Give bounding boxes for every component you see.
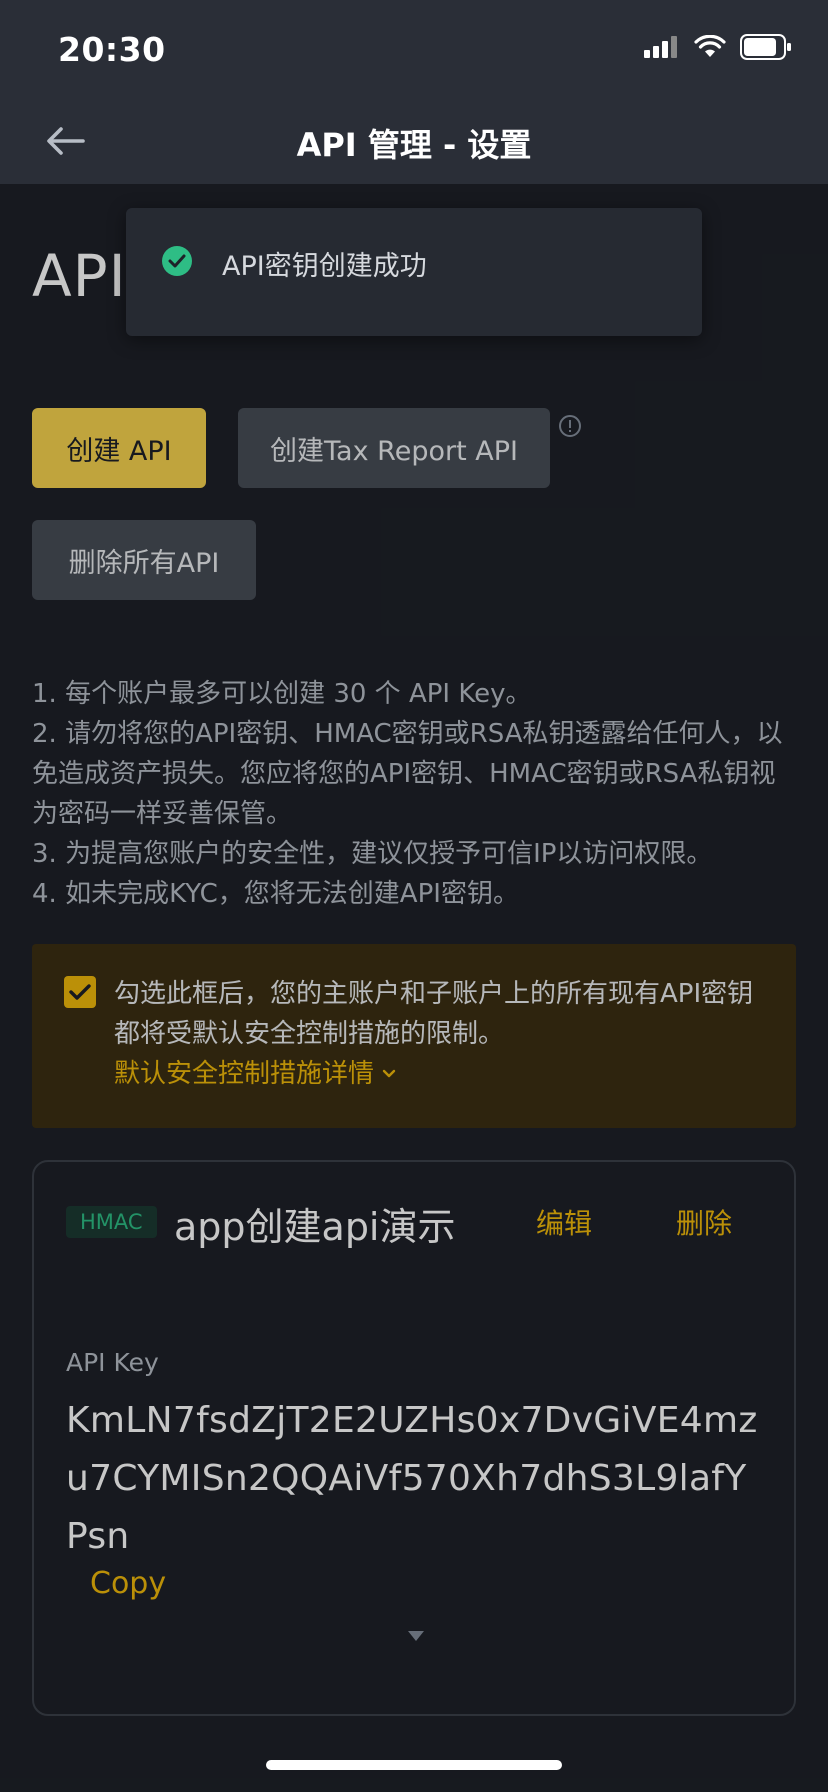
create-tax-report-api-button[interactable]: 创建Tax Report API	[238, 408, 550, 488]
note-item: 4. 如未完成KYC，您将无法创建API密钥。	[32, 879, 519, 909]
nav-bar: API 管理 - 设置	[0, 100, 828, 184]
status-time: 20:30	[58, 30, 166, 69]
note-item: 2. 请勿将您的API密钥、HMAC密钥或RSA私钥透露给任何人，以免造成资产损…	[32, 719, 783, 829]
toast-message: API密钥创建成功	[222, 251, 427, 282]
main-content: API 创建 API 创建Tax Report API 删除所有API 1. 每…	[0, 184, 828, 1792]
chevron-down-icon	[382, 1069, 396, 1078]
api-key-value: KmLN7fsdZjT2E2UZHs0x7DvGiVE4mzu7CYMISn2Q…	[66, 1400, 758, 1557]
api-key-card: HMAC app创建api演示 编辑 删除 API Key KmLN7fsdZj…	[32, 1160, 796, 1716]
security-control-details-label: 默认安全控制措施详情	[114, 1059, 375, 1089]
security-control-notice: 勾选此框后，您的主账户和子账户上的所有现有API密钥都将受默认安全控制措施的限制…	[32, 944, 796, 1128]
security-control-checkbox[interactable]	[64, 976, 96, 1008]
battery-icon	[740, 34, 791, 60]
delete-all-api-button[interactable]: 删除所有API	[32, 520, 256, 600]
note-item: 3. 为提高您账户的安全性，建议仅授予可信IP以访问权限。	[32, 839, 713, 869]
key-type-badge: HMAC	[66, 1206, 157, 1238]
api-notes: 1. 每个账户最多可以创建 30 个 API Key。 2. 请勿将您的API密…	[32, 674, 792, 914]
delete-button[interactable]: 删除	[676, 1202, 732, 1242]
wifi-icon	[694, 35, 726, 57]
edit-button[interactable]: 编辑	[536, 1202, 592, 1242]
status-bar: 20:30	[0, 0, 828, 100]
check-circle-icon	[162, 246, 192, 276]
api-management-page: 20:30 API 管理 - 设置 API 创建 API 创建Tax Repor…	[0, 0, 828, 1792]
copy-button[interactable]: Copy	[90, 1566, 166, 1601]
signal-icon	[644, 36, 677, 58]
info-icon[interactable]	[558, 414, 582, 438]
home-indicator[interactable]	[266, 1760, 562, 1770]
nav-title: API 管理 - 设置	[296, 126, 532, 164]
note-item: 1. 每个账户最多可以创建 30 个 API Key。	[32, 679, 532, 709]
api-key-name: app创建api演示	[174, 1205, 456, 1249]
security-control-details-link[interactable]: 默认安全控制措施详情	[114, 1054, 396, 1094]
create-api-button[interactable]: 创建 API	[32, 408, 206, 488]
checkmark-icon	[69, 984, 91, 1000]
api-key-label: API Key	[66, 1348, 159, 1377]
expand-caret-icon[interactable]	[406, 1628, 426, 1644]
page-heading: API	[32, 242, 127, 310]
security-control-text: 勾选此框后，您的主账户和子账户上的所有现有API密钥都将受默认安全控制措施的限制…	[114, 979, 754, 1049]
success-toast: API密钥创建成功	[126, 208, 702, 336]
status-icons	[644, 34, 792, 60]
